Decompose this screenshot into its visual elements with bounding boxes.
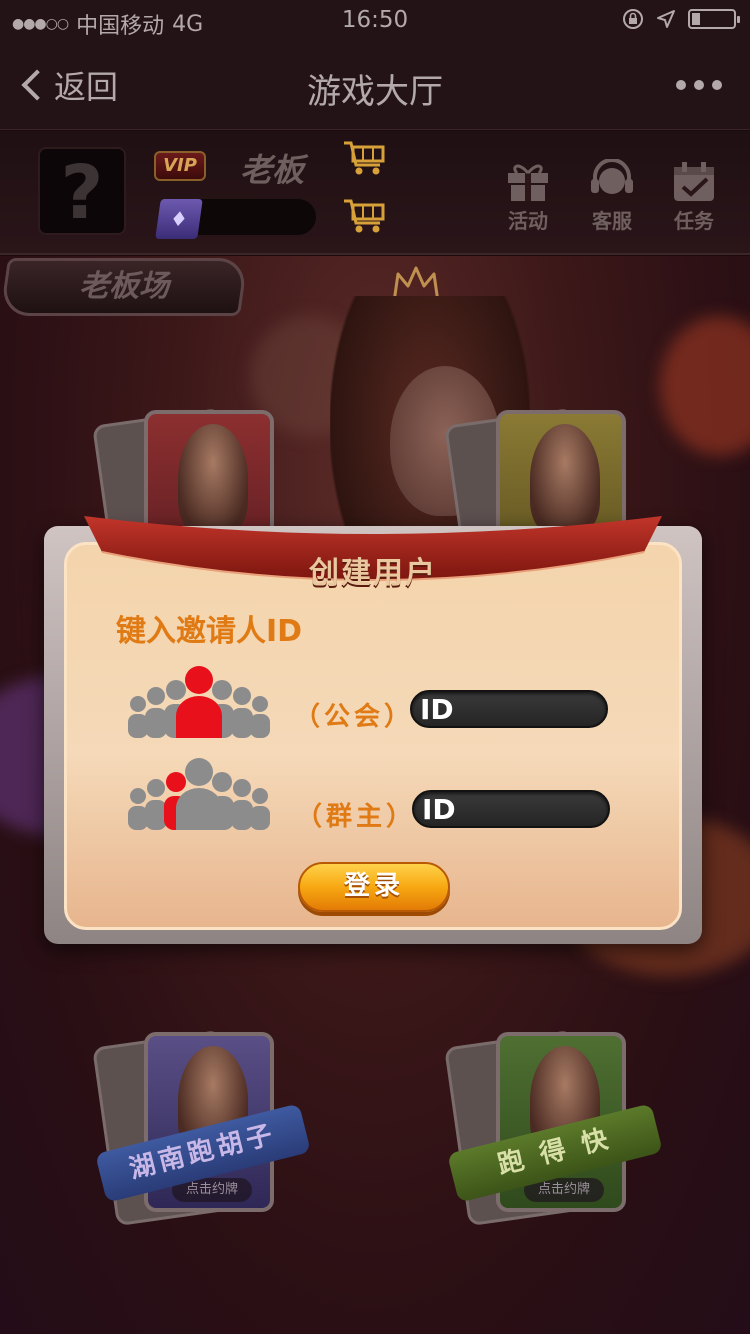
game-header: ? VIP 老板 ♦ 活动 客服 任务: [0, 131, 750, 255]
headset-icon: [591, 159, 633, 194]
more-dot-icon: [712, 80, 722, 90]
id-prefix: ID: [422, 793, 456, 826]
task-button[interactable]: 任务: [664, 159, 724, 233]
group-owner-role-label: （群主）: [296, 802, 417, 832]
group-owner-id-input[interactable]: [458, 794, 604, 824]
more-dot-icon: [676, 80, 686, 90]
cart-icon[interactable]: [342, 139, 386, 177]
battery-level: [692, 13, 700, 25]
calendar-check-icon: [674, 162, 714, 201]
group-owner-crowd-icon: [128, 758, 270, 830]
cart-icon[interactable]: [342, 197, 386, 235]
room-tab-label: 老板场: [79, 269, 169, 304]
status-bar: ●●●○○ 中国移动 4G 16:50: [0, 0, 750, 40]
login-button[interactable]: 登录: [298, 862, 450, 912]
page-title: 游戏大厅: [307, 72, 443, 112]
service-button[interactable]: 客服: [582, 159, 642, 233]
task-label: 任务: [674, 209, 714, 233]
location-arrow-icon: [657, 10, 675, 28]
rank-label: 老板: [240, 151, 305, 189]
nav-bar: 返回 游戏大厅: [0, 40, 750, 130]
id-prefix: ID: [420, 693, 454, 726]
more-dot-icon: [694, 80, 704, 90]
invite-heading: 键入邀请人ID: [116, 614, 303, 649]
rotation-lock-icon: [623, 9, 643, 29]
guild-role-label: （公会）: [294, 702, 415, 732]
vip-badge[interactable]: VIP: [154, 151, 206, 181]
guild-id-input[interactable]: [456, 694, 602, 724]
activity-button[interactable]: 活动: [498, 159, 558, 233]
service-label: 客服: [592, 209, 632, 233]
avatar[interactable]: ?: [38, 147, 126, 236]
tab-boss-room[interactable]: 老板场: [0, 258, 249, 316]
more-button[interactable]: [676, 80, 722, 90]
group-owner-id-field[interactable]: ID: [412, 790, 610, 828]
stage-light: [660, 316, 750, 456]
gift-icon: [508, 164, 548, 201]
gem-card-icon: ♦: [155, 199, 203, 239]
battery-icon: [688, 9, 740, 29]
guild-crowd-icon: [128, 666, 270, 738]
guild-id-field[interactable]: ID: [410, 690, 608, 728]
dialog-title: 创建用户: [309, 556, 437, 591]
activity-label: 活动: [508, 209, 548, 233]
